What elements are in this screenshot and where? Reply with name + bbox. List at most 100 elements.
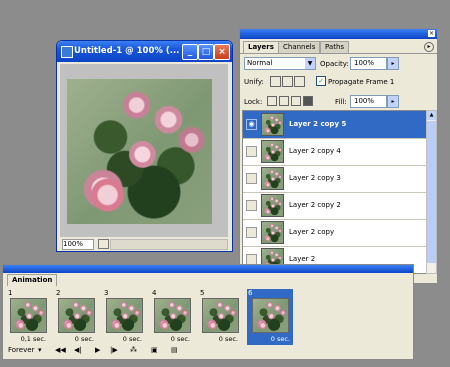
frame-number: 6 bbox=[248, 289, 253, 297]
animation-frame-selected[interactable]: 6 0 sec. bbox=[247, 289, 293, 345]
eye-icon[interactable] bbox=[246, 200, 257, 211]
frame-delay[interactable]: 0,1 sec. bbox=[21, 335, 46, 343]
layer-name[interactable]: Layer 2 copy 5 bbox=[289, 120, 346, 128]
maximize-icon[interactable]: □ bbox=[198, 44, 214, 60]
frame-number: 4 bbox=[152, 289, 157, 297]
opacity-arrow-icon[interactable]: ▸ bbox=[387, 57, 399, 70]
propagate-label: Propagate Frame 1 bbox=[328, 78, 395, 86]
frame-delay[interactable]: 0 sec. bbox=[123, 335, 142, 343]
tween-icon[interactable]: ⁂ bbox=[130, 346, 137, 354]
minimize-icon[interactable]: _ bbox=[182, 44, 198, 60]
layer-name[interactable]: Layer 2 copy 4 bbox=[289, 147, 341, 155]
close-icon[interactable]: × bbox=[214, 44, 230, 60]
scroll-thumb[interactable] bbox=[427, 121, 436, 263]
unify-style-icon[interactable] bbox=[294, 76, 305, 87]
previous-frame-icon[interactable]: ◀| bbox=[74, 346, 82, 354]
animation-title-bar[interactable] bbox=[3, 265, 413, 273]
frame-thumbnail bbox=[154, 298, 191, 333]
frame-thumbnail bbox=[58, 298, 95, 333]
duplicate-frame-icon[interactable]: ▣ bbox=[151, 346, 158, 354]
frame-delay[interactable]: 0 sec. bbox=[219, 335, 238, 343]
layer-thumbnail bbox=[261, 113, 284, 136]
layer-thumbnail bbox=[261, 140, 284, 163]
layer-thumbnail bbox=[261, 167, 284, 190]
frame-thumbnail bbox=[106, 298, 143, 333]
lock-move-icon[interactable] bbox=[291, 96, 301, 106]
document-window: Untitled-1 @ 100% (... _ □ × 100% bbox=[56, 40, 233, 252]
scroll-up-icon[interactable]: ▲ bbox=[427, 111, 436, 120]
lock-label: Lock: bbox=[244, 98, 263, 106]
status-info-icon[interactable] bbox=[98, 239, 109, 249]
frame-number: 2 bbox=[56, 289, 61, 297]
photoshop-doc-icon bbox=[61, 46, 73, 58]
eye-icon[interactable] bbox=[246, 227, 257, 238]
opacity-label: Opacity: bbox=[320, 60, 349, 68]
blend-mode-select[interactable]: Normal ▼ bbox=[244, 57, 316, 70]
layer-name[interactable]: Layer 2 bbox=[289, 255, 315, 263]
tab-animation[interactable]: Animation bbox=[7, 274, 58, 286]
frame-delay[interactable]: 0 sec. bbox=[171, 335, 190, 343]
lock-all-icon[interactable] bbox=[303, 96, 313, 106]
next-frame-icon[interactable]: |▶ bbox=[110, 346, 118, 354]
panel-tabs: Layers Channels Paths ▸ bbox=[240, 39, 437, 54]
frame-number: 5 bbox=[200, 289, 205, 297]
animation-frame[interactable]: 5 0 sec. bbox=[199, 289, 241, 345]
frame-delay[interactable]: 0 sec. bbox=[271, 335, 290, 343]
frame-thumbnail bbox=[10, 298, 47, 333]
frame-thumbnail bbox=[202, 298, 239, 333]
tab-channels[interactable]: Channels bbox=[278, 41, 321, 53]
animation-frame[interactable]: 1 0,1 sec. bbox=[7, 289, 49, 345]
animation-frame[interactable]: 2 0 sec. bbox=[55, 289, 97, 345]
opacity-value: 100% bbox=[354, 59, 375, 67]
blend-mode-value: Normal bbox=[247, 59, 273, 67]
layer-list: ◉ Layer 2 copy 5 Layer 2 copy 4 Layer 2 … bbox=[242, 110, 427, 274]
tab-paths[interactable]: Paths bbox=[320, 41, 350, 53]
eye-icon[interactable] bbox=[246, 173, 257, 184]
first-frame-icon[interactable]: ◀◀ bbox=[55, 346, 66, 354]
zoom-field[interactable]: 100% bbox=[62, 239, 94, 250]
layers-panel: × Layers Channels Paths ▸ Normal ▼ Opaci… bbox=[239, 28, 438, 284]
document-title-bar[interactable]: Untitled-1 @ 100% (... _ □ × bbox=[57, 41, 232, 62]
unify-label: Unify: bbox=[244, 78, 264, 86]
layer-row[interactable]: Layer 2 copy 3 bbox=[243, 165, 426, 193]
panel-title-bar[interactable]: × bbox=[240, 29, 437, 39]
layer-row[interactable]: ◉ Layer 2 copy 5 bbox=[243, 111, 426, 139]
layer-name[interactable]: Layer 2 copy 3 bbox=[289, 174, 341, 182]
frame-thumbnail bbox=[252, 298, 289, 333]
canvas-area bbox=[60, 64, 228, 237]
frame-delay[interactable]: 0 sec. bbox=[75, 335, 94, 343]
layer-name[interactable]: Layer 2 copy 2 bbox=[289, 201, 341, 209]
layer-list-scrollbar[interactable]: ▲ bbox=[426, 110, 437, 274]
delete-frame-icon[interactable]: ▤ bbox=[171, 346, 178, 354]
loop-select[interactable]: Forever bbox=[8, 346, 34, 354]
layer-row[interactable]: Layer 2 copy 4 bbox=[243, 138, 426, 166]
fill-field[interactable]: 100% bbox=[350, 95, 387, 108]
opacity-field[interactable]: 100% bbox=[350, 57, 387, 70]
frame-number: 1 bbox=[8, 289, 13, 297]
status-bar: 100% bbox=[60, 238, 228, 250]
document-title: Untitled-1 @ 100% (... bbox=[74, 46, 180, 56]
loop-dropdown-icon[interactable]: ▾ bbox=[38, 346, 42, 354]
eye-icon[interactable]: ◉ bbox=[246, 119, 257, 130]
layer-name[interactable]: Layer 2 copy bbox=[289, 228, 334, 236]
tab-layers[interactable]: Layers bbox=[243, 41, 279, 53]
frame-number: 3 bbox=[104, 289, 109, 297]
unify-position-icon[interactable] bbox=[270, 76, 281, 87]
layer-row[interactable]: Layer 2 copy 2 bbox=[243, 192, 426, 220]
canvas-image[interactable] bbox=[67, 79, 212, 224]
eye-icon[interactable] bbox=[246, 146, 257, 157]
animation-frame[interactable]: 4 0 sec. bbox=[151, 289, 193, 345]
fill-label: Fill: bbox=[335, 98, 347, 106]
lock-transparency-icon[interactable] bbox=[267, 96, 277, 106]
panel-close-icon[interactable]: × bbox=[428, 30, 435, 37]
animation-frame[interactable]: 3 0 sec. bbox=[103, 289, 145, 345]
panel-menu-icon[interactable]: ▸ bbox=[424, 42, 434, 52]
horizontal-scrollbar[interactable] bbox=[110, 239, 228, 250]
fill-arrow-icon[interactable]: ▸ bbox=[387, 95, 399, 108]
unify-visibility-icon[interactable] bbox=[282, 76, 293, 87]
play-icon[interactable]: ▶ bbox=[95, 346, 100, 354]
propagate-checkbox[interactable]: ✓ bbox=[316, 76, 326, 86]
lock-brush-icon[interactable] bbox=[279, 96, 289, 106]
fill-value: 100% bbox=[354, 97, 375, 105]
layer-row[interactable]: Layer 2 copy bbox=[243, 219, 426, 247]
